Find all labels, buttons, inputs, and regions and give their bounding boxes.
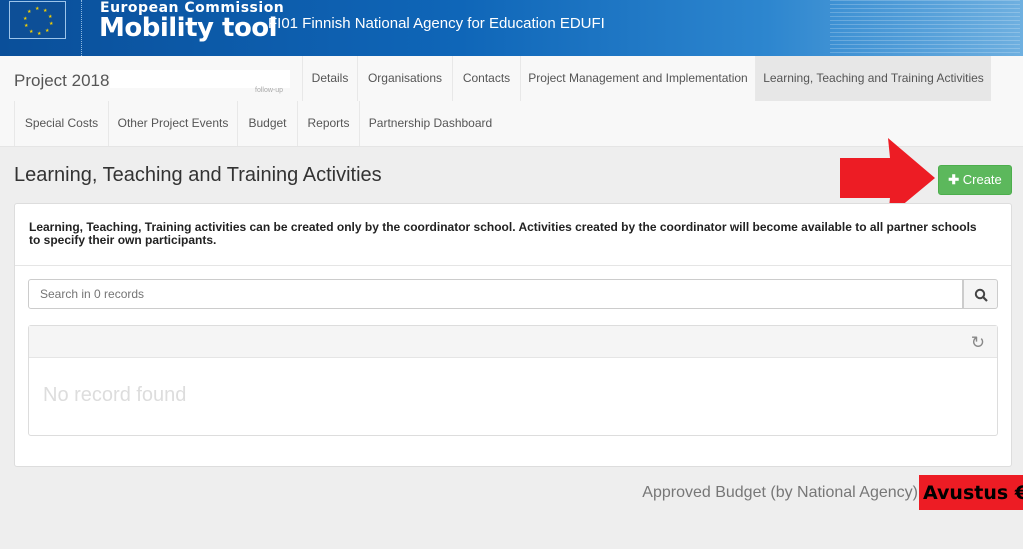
- info-text: Learning, Teaching, Training activities …: [29, 220, 977, 247]
- plus-icon: ✚: [948, 172, 960, 187]
- search-button[interactable]: [963, 279, 998, 309]
- refresh-icon[interactable]: ↻: [971, 333, 985, 353]
- activities-panel: Learning, Teaching, Training activities …: [14, 203, 1012, 467]
- approved-budget-label: Approved Budget (by National Agency): [642, 484, 918, 501]
- tab-organisations[interactable]: Organisations: [357, 56, 452, 101]
- records-table: ↻ No record found: [28, 325, 998, 436]
- tab-learning-teaching-training[interactable]: Learning, Teaching and Training Activiti…: [755, 56, 991, 101]
- tab-partnership-dashboard[interactable]: Partnership Dashboard: [359, 101, 501, 146]
- app-name: Mobility tool: [99, 13, 278, 43]
- project-nav: Project 2018- follow-up Details Organisa…: [0, 56, 1023, 147]
- annotation-label: Avustus €: [919, 475, 1023, 510]
- create-label: Create: [962, 172, 1002, 187]
- tab-project-management[interactable]: Project Management and Implementation: [520, 56, 755, 101]
- tab-details[interactable]: Details: [302, 56, 357, 101]
- project-title: Project 2018-: [14, 71, 116, 90]
- empty-message: No record found: [43, 384, 187, 406]
- building-graphic: [830, 0, 1020, 56]
- eu-flag-logo: ★ ★ ★ ★ ★ ★ ★ ★ ★ ★: [9, 1, 66, 39]
- page-title: Learning, Teaching and Training Activiti…: [14, 164, 382, 186]
- tab-special-costs[interactable]: Special Costs: [14, 101, 108, 146]
- tab-budget[interactable]: Budget: [237, 101, 297, 146]
- redacted-project-id: [110, 70, 290, 88]
- tab-other-project-events[interactable]: Other Project Events: [108, 101, 237, 146]
- create-button[interactable]: ✚ Create: [938, 165, 1012, 195]
- agency-name: FI01 Finnish National Agency for Educati…: [268, 15, 605, 32]
- search-input[interactable]: [28, 279, 963, 309]
- project-sublabel: follow-up: [255, 87, 284, 94]
- tab-reports[interactable]: Reports: [297, 101, 359, 146]
- search-icon: [974, 288, 988, 302]
- app-header: ★ ★ ★ ★ ★ ★ ★ ★ ★ ★ European Commission Mobility …: [0, 0, 1023, 56]
- tab-contacts[interactable]: Contacts: [452, 56, 520, 101]
